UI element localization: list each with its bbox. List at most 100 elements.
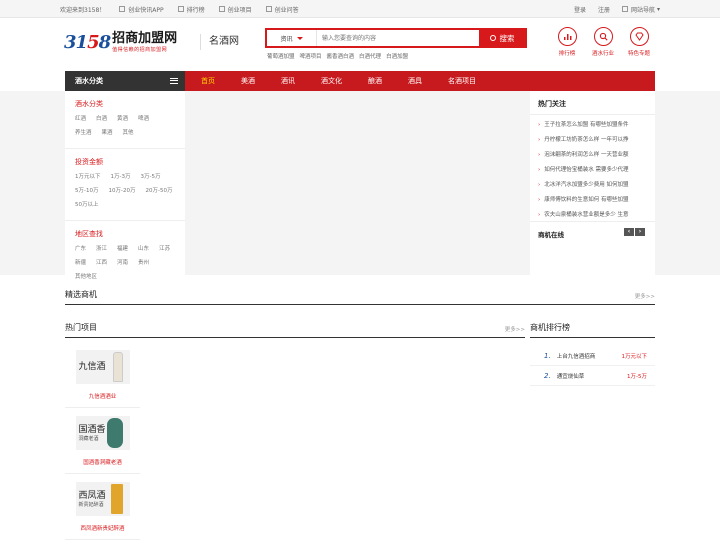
- filter-category: 酒水分类 红酒 白酒 黄酒 啤酒 养生酒 果酒 其他: [65, 91, 185, 149]
- quick-industry[interactable]: 酒水行业: [588, 27, 618, 57]
- nav-home[interactable]: 首页: [201, 76, 215, 86]
- hotword[interactable]: 白酒代理: [359, 52, 381, 60]
- filter-option[interactable]: 其他: [123, 128, 134, 136]
- list-item[interactable]: 北冰洋汽水加盟多少费用 如何加盟: [538, 178, 649, 193]
- filter-option[interactable]: 广东: [75, 244, 86, 252]
- app-link[interactable]: 创业快讯APP: [119, 5, 164, 14]
- filter-option[interactable]: 其他地区: [75, 272, 97, 280]
- qa-icon: [265, 6, 272, 12]
- nav-famous-wine-projects[interactable]: 名酒项目: [448, 76, 476, 86]
- section-title: 商机排行榜: [530, 323, 570, 332]
- list-item[interactable]: 1. 上台九信酒招商 1万元以下: [530, 346, 655, 366]
- filter-option[interactable]: 50万以上: [75, 200, 99, 208]
- filter-option[interactable]: 啤酒: [138, 114, 149, 122]
- filter-option[interactable]: 山东: [138, 244, 149, 252]
- top-bar: 欢迎来到3158！ 创业快讯APP 排行榜 创业项目 创业问答 登录 注册 网站…: [0, 0, 720, 18]
- hot-focus-title: 热门关注: [530, 91, 655, 115]
- main-nav: 酒水分类 首页 美酒 酒讯 酒文化 酿酒 酒具 名酒项目: [0, 71, 720, 91]
- hot-projects-header: 热门项目 更多>>: [65, 322, 525, 338]
- filter-option[interactable]: 黄酒: [117, 114, 128, 122]
- site-nav-link[interactable]: 网站导航 ▾: [622, 5, 660, 14]
- filter-option[interactable]: 10万-20万: [108, 186, 135, 194]
- qa-link[interactable]: 创业问答: [265, 5, 299, 14]
- login-link[interactable]: 登录: [574, 5, 586, 14]
- list-item[interactable]: 康师傅饮料的生意如何 有哪些加盟: [538, 193, 649, 208]
- filter-option[interactable]: 白酒: [96, 114, 107, 122]
- hotword[interactable]: 白酒加盟: [386, 52, 408, 60]
- filter-option[interactable]: 浙江: [96, 244, 107, 252]
- filter-option[interactable]: 河南: [117, 258, 128, 266]
- list-item[interactable]: 2. 通宜烧仙草 1万-5万: [530, 366, 655, 386]
- prev-arrow-icon[interactable]: ‹: [624, 228, 634, 236]
- filter-option[interactable]: 3万-5万: [140, 172, 160, 180]
- hotword[interactable]: 啤酒项目: [300, 52, 322, 60]
- filter-option[interactable]: 养生酒: [75, 128, 92, 136]
- hot-focus-panel: 热门关注 王子拉茶怎么加盟 有哪些加盟条件 丹柠檬工坊奶茶怎么样 一年可以挣 泡…: [530, 91, 655, 275]
- hotword[interactable]: 酱香酒白酒: [327, 52, 355, 60]
- hotword[interactable]: 葡萄酒加盟: [267, 52, 295, 60]
- business-online: 商机在线 ‹ ›: [530, 221, 655, 246]
- more-link[interactable]: 更多>>: [635, 292, 655, 300]
- nav-wineware[interactable]: 酒具: [408, 76, 422, 86]
- filter-option[interactable]: 20万-50万: [145, 186, 172, 194]
- chevron-down-icon: ▾: [656, 5, 660, 13]
- vase-image: [106, 418, 123, 448]
- filter-investment: 投资金额 1万元以下 1万-3万 3万-5万 5万-10万 10万-20万 20…: [65, 149, 185, 221]
- filter-option[interactable]: 新疆: [75, 258, 86, 266]
- ranking-icon: [177, 6, 184, 12]
- filter-option[interactable]: 1万-3万: [111, 172, 131, 180]
- phone-icon: [119, 6, 126, 12]
- more-link[interactable]: 更多>>: [505, 325, 525, 333]
- header: 3158 招商加盟网 值得信赖的招商加盟网 名酒网 资讯 搜索 葡萄酒加盟 啤酒…: [60, 22, 660, 68]
- section-title: 热门项目: [65, 323, 97, 332]
- ranking-link[interactable]: 排行榜: [177, 5, 205, 14]
- project-image: 西凤酒 新贵妃醉酒: [75, 482, 130, 516]
- search-type-select[interactable]: 资讯: [267, 30, 317, 46]
- filter-option[interactable]: 红酒: [75, 114, 86, 122]
- search-input[interactable]: [317, 30, 479, 46]
- filter-option[interactable]: 果酒: [102, 128, 113, 136]
- filter-panel: 酒水分类 红酒 白酒 黄酒 啤酒 养生酒 果酒 其他 投资金额 1万元以下 1万…: [65, 91, 185, 280]
- list-item[interactable]: 如何代理怡宝桶装水 需要多少代理: [538, 163, 649, 178]
- logo-slogan: 值得信赖的招商加盟网: [112, 47, 168, 53]
- project-card[interactable]: 西凤酒 新贵妃醉酒 西凤酒新贵妃醉酒: [65, 474, 140, 540]
- logo[interactable]: 3158 招商加盟网 值得信赖的招商加盟网: [64, 31, 178, 54]
- category-menu-button[interactable]: 酒水分类: [65, 71, 185, 91]
- project-card[interactable]: 九信酒 九信酒酒业: [65, 342, 140, 408]
- search-box: 资讯 搜索: [265, 28, 527, 48]
- register-link[interactable]: 注册: [598, 5, 610, 14]
- filter-option[interactable]: 福建: [117, 244, 128, 252]
- project-image: 国酒香 洞藏老酒: [75, 416, 130, 450]
- site-name: 名酒网: [200, 34, 239, 50]
- hot-projects-list: 九信酒 九信酒酒业 国酒香 洞藏老酒 国酒香洞藏老酒 西凤酒 新贵妃醉酒 西凤酒新贵…: [65, 342, 140, 540]
- grid-icon: [218, 6, 225, 12]
- next-arrow-icon[interactable]: ›: [635, 228, 645, 236]
- project-image: 九信酒: [75, 350, 130, 384]
- list-item[interactable]: 丹柠檬工坊奶茶怎么样 一年可以挣: [538, 133, 649, 148]
- nav-bar: 首页 美酒 酒讯 酒文化 酿酒 酒具 名酒项目: [185, 71, 655, 91]
- welcome-text: 欢迎来到3158！: [60, 6, 106, 14]
- search-button[interactable]: 搜索: [479, 30, 525, 46]
- filter-option[interactable]: 1万元以下: [75, 172, 101, 180]
- list-item[interactable]: 王子拉茶怎么加盟 有哪些加盟条件: [538, 118, 649, 133]
- featured-section-header: 精选商机 更多>>: [65, 289, 655, 305]
- nav-wine-news[interactable]: 酒讯: [281, 76, 295, 86]
- hamburger-icon: [170, 78, 178, 84]
- filter-option[interactable]: 江西: [96, 258, 107, 266]
- logo-title: 招商加盟网: [112, 31, 178, 46]
- menu-icon: [622, 6, 629, 12]
- nav-brewing[interactable]: 酿酒: [368, 76, 382, 86]
- filter-option[interactable]: 贵州: [138, 258, 149, 266]
- quick-topics[interactable]: 特色专题: [624, 27, 654, 57]
- quick-links: 排行榜 酒水行业 特色专题: [546, 27, 654, 57]
- projects-link[interactable]: 创业项目: [218, 5, 252, 14]
- list-item[interactable]: 泡沫翩茶的利润怎么样 一天营业额: [538, 148, 649, 163]
- nav-fine-wine[interactable]: 美酒: [241, 76, 255, 86]
- nav-wine-culture[interactable]: 酒文化: [321, 76, 342, 86]
- rank-list: 1. 上台九信酒招商 1万元以下 2. 通宜烧仙草 1万-5万: [530, 346, 655, 386]
- project-card[interactable]: 国酒香 洞藏老酒 国酒香洞藏老酒: [65, 408, 140, 474]
- filter-option[interactable]: 5万-10万: [75, 186, 98, 194]
- filter-option[interactable]: 江苏: [159, 244, 170, 252]
- bottle-image: [112, 352, 123, 382]
- quick-ranking[interactable]: 排行榜: [552, 27, 582, 57]
